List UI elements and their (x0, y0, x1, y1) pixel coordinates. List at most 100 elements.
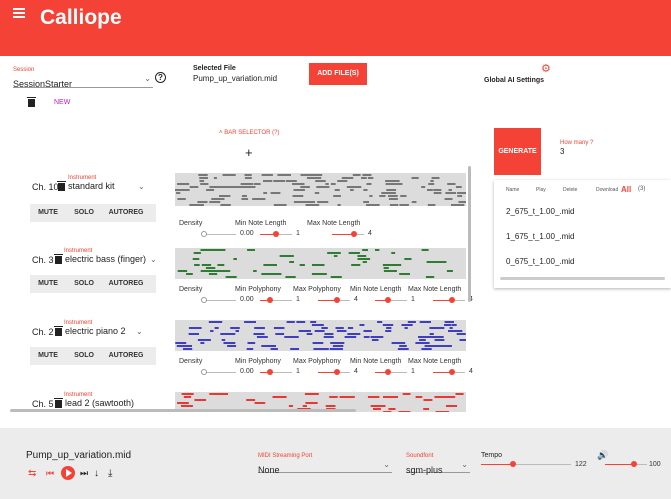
mute-button[interactable]: MUTE (30, 204, 66, 222)
help-icon[interactable]: ? (155, 72, 166, 83)
delete-track-icon[interactable] (54, 398, 63, 408)
horizontal-scrollbar[interactable] (10, 409, 356, 412)
add-bar-icon[interactable]: + (245, 145, 253, 160)
slider-knob[interactable] (266, 297, 273, 303)
results-scrollbar[interactable] (500, 277, 665, 280)
note (286, 336, 299, 338)
tempo-slider[interactable] (481, 461, 571, 467)
arrow-down-icon[interactable]: ↓ (94, 468, 99, 479)
note (333, 252, 338, 254)
vertical-scrollbar[interactable] (468, 166, 471, 302)
result-file[interactable]: 2_675_t_1.00_.mid (506, 207, 575, 216)
slider-knob[interactable] (334, 369, 341, 375)
note (293, 201, 304, 203)
slider-knob[interactable] (273, 231, 279, 237)
control-slider[interactable] (375, 297, 407, 303)
menu-icon[interactable] (13, 8, 25, 18)
piano-roll[interactable] (175, 173, 466, 206)
chevron-down-icon[interactable]: ⌄ (138, 182, 145, 191)
mute-button[interactable]: MUTE (30, 275, 66, 293)
chevron-down-icon[interactable]: ⌄ (150, 255, 157, 264)
control-slider[interactable] (318, 369, 350, 375)
control-slider[interactable] (318, 297, 350, 303)
slider-knob[interactable] (201, 369, 207, 375)
note (430, 180, 434, 182)
volume-icon[interactable]: 🔊 (597, 450, 608, 461)
player-file: Pump_up_variation.mid (26, 450, 132, 461)
note (333, 195, 341, 197)
download-icon[interactable]: ⤓ (108, 468, 112, 479)
slider-knob[interactable] (351, 231, 358, 237)
gear-icon[interactable]: ⚙ (541, 64, 551, 75)
slider-knob[interactable] (201, 231, 207, 237)
slider-knob[interactable] (384, 369, 391, 375)
control-slider[interactable] (433, 369, 465, 375)
note (391, 252, 396, 254)
slider-knob[interactable] (334, 297, 341, 303)
slider-knob[interactable] (449, 297, 456, 303)
midi-port-select[interactable]: None ⌄ (258, 460, 392, 475)
control-slider[interactable] (201, 231, 236, 237)
loop-icon[interactable]: ⇆ (28, 468, 36, 479)
add-files-button[interactable]: ADD FILE(S) (309, 63, 367, 85)
instrument-select[interactable]: electric piano 2 (65, 326, 126, 336)
solo-button[interactable]: SOLO (66, 204, 102, 222)
note (246, 399, 256, 401)
note (451, 324, 457, 326)
control-slider[interactable] (201, 369, 236, 375)
piano-roll[interactable] (175, 320, 466, 351)
slider-knob[interactable] (266, 369, 273, 375)
control-slider[interactable] (260, 297, 292, 303)
soundfont-select[interactable]: sgm-plus ⌄ (406, 460, 470, 475)
generate-button[interactable]: GENERATE (494, 128, 541, 175)
bar-selector-button[interactable]: ˄ BAR SELECTOR (?) (219, 130, 279, 136)
skip-forward-icon[interactable]: ⏭ (80, 468, 88, 479)
skip-back-icon[interactable]: ⏮ (46, 468, 54, 479)
note (292, 183, 305, 185)
control-slider[interactable] (260, 231, 292, 237)
note (421, 186, 426, 188)
piano-roll[interactable] (175, 248, 466, 279)
channel-label: Ch. 5 (32, 399, 54, 409)
download-all-button[interactable]: All (621, 185, 631, 194)
autoreg-button[interactable]: AUTOREG (102, 347, 150, 365)
tempo-knob[interactable] (509, 461, 516, 467)
note (366, 204, 380, 206)
note (370, 405, 386, 407)
note (362, 174, 372, 176)
solo-button[interactable]: SOLO (66, 347, 102, 365)
slider-knob[interactable] (384, 297, 391, 303)
control-slider[interactable] (260, 369, 292, 375)
delete-track-icon[interactable] (57, 181, 66, 191)
note (242, 195, 247, 197)
instrument-select[interactable]: standard kit (68, 181, 115, 191)
note (330, 276, 342, 278)
control-label: Density (179, 286, 203, 293)
mute-button[interactable]: MUTE (30, 347, 66, 365)
delete-session-icon[interactable] (27, 97, 36, 107)
note (273, 327, 285, 329)
solo-button[interactable]: SOLO (66, 275, 102, 293)
delete-track-icon[interactable] (54, 254, 63, 264)
autoreg-button[interactable]: AUTOREG (102, 204, 150, 222)
volume-slider[interactable] (605, 461, 647, 467)
result-file[interactable]: 0_675_t_1.00_.mid (506, 257, 575, 266)
control-slider[interactable] (332, 231, 364, 237)
session-select[interactable]: SessionStarter ⌄ (13, 74, 153, 89)
instrument-select[interactable]: lead 2 (sawtooth) (65, 398, 134, 408)
new-session-button[interactable]: NEW (54, 99, 70, 106)
chevron-down-icon[interactable]: ⌄ (136, 327, 143, 336)
instrument-select[interactable]: electric bass (finger) (65, 254, 146, 264)
slider-knob[interactable] (449, 369, 456, 375)
play-button[interactable] (61, 466, 75, 480)
slider-knob[interactable] (201, 297, 207, 303)
result-file[interactable]: 1_675_t_1.00_.mid (506, 232, 575, 241)
delete-track-icon[interactable] (54, 326, 63, 336)
selected-file-label: Selected File (193, 65, 236, 72)
control-slider[interactable] (375, 369, 407, 375)
control-slider[interactable] (201, 297, 236, 303)
how-many-input[interactable]: 3 (560, 147, 564, 156)
autoreg-button[interactable]: AUTOREG (102, 275, 150, 293)
control-slider[interactable] (433, 297, 465, 303)
tempo-value: 122 (575, 461, 587, 468)
